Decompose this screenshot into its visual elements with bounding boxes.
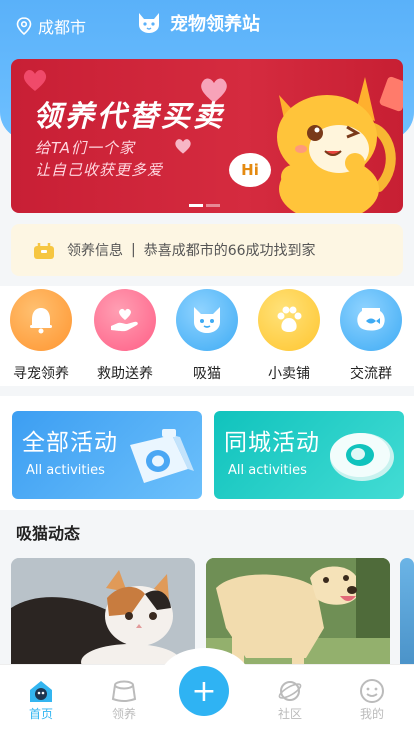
category-rescue[interactable]: 救助送养 [90,289,160,383]
category-icon-circle [176,289,238,351]
bowl-icon [111,680,137,702]
planet-icon [278,681,302,701]
location-label: 成都市 [38,18,87,37]
kitten-photo [11,558,195,668]
notice-label: 领养信息 [67,243,123,259]
cat-icon [194,307,220,333]
location-selector[interactable]: 成都市 [16,14,86,38]
notice-message: 恭喜成都市的66成功找到家 [143,243,316,259]
tab-home[interactable]: 首页 [11,677,71,722]
tab-label: 社区 [277,707,302,721]
location-pin-icon [16,17,32,35]
feed-section-title: 吸猫动态 [16,524,81,543]
heart-icon [23,70,47,91]
smile-icon [360,679,384,703]
heart-icon [175,139,191,154]
heart-hand-icon [111,308,138,332]
app-brand: 宠物领养站 [136,10,260,36]
category-icon-circle [94,289,156,351]
tab-label: 首页 [28,707,53,721]
category-shop[interactable]: 小卖铺 [254,289,324,383]
banner-subtitle-2: 让自己收获更多爱 [35,161,164,179]
tab-community[interactable]: 社区 [260,677,320,722]
feed-card-cat[interactable] [11,558,195,668]
banner-title: 领养代替买卖 [33,99,226,133]
category-icon-circle [258,289,320,351]
dog-photo [206,558,390,668]
category-label: 小卖铺 [268,366,310,382]
promo-banner[interactable]: 领养代替买卖 给TA们一个家 让自己收获更多爱 Hi [11,59,403,213]
hi-speech-bubble: Hi [229,153,271,187]
camera-icon [130,429,194,483]
fishbowl-icon [357,308,385,331]
tab-label: 我的 [359,707,384,721]
category-label: 救助送养 [97,366,153,382]
feed-card-dog[interactable] [206,558,390,668]
tab-label: 领养 [111,707,136,721]
bell-icon [30,308,52,334]
cat-mascot-illustration [277,77,396,213]
all-activities-card[interactable]: 全部活动 All activities [12,411,202,499]
banner-dot[interactable] [189,204,203,207]
category-label: 寻宠领养 [13,366,69,382]
paw-icon [277,306,302,332]
category-label: 吸猫 [193,366,221,382]
activity-subtitle: All activities [26,463,105,478]
banner-pagination[interactable] [189,204,220,207]
category-icon-circle [340,289,402,351]
add-icon: + [191,673,217,709]
adoption-notice-bar[interactable]: 领养信息 | 恭喜成都市的66成功找到家 [11,224,403,276]
local-activities-card[interactable]: 同城活动 All activities [214,411,404,499]
category-lost-pet[interactable]: 寻宠领养 [6,289,76,383]
activity-title: 同城活动 [224,430,320,456]
app-title: 宠物领养站 [170,14,260,35]
tab-profile[interactable]: 我的 [342,677,402,722]
activity-title: 全部活动 [22,430,118,456]
activity-subtitle: All activities [228,463,307,478]
category-group[interactable]: 交流群 [336,289,406,383]
add-button[interactable]: + [179,666,229,716]
tab-adopt[interactable]: 领养 [94,677,154,722]
category-grid: 寻宠领养 救助送养 吸猫 小卖铺 交流群 [0,286,414,386]
notice-separator: | [131,242,136,258]
banner-dot[interactable] [206,204,220,207]
feed-card-partial[interactable] [400,558,414,668]
home-icon [30,681,52,702]
category-label: 交流群 [350,366,392,382]
activity-section: 全部活动 All activities 同城活动 All activities [0,396,414,510]
ring-icon [330,433,394,481]
category-icon-circle [10,289,72,351]
banner-subtitle-1: 给TA们一个家 [35,139,136,157]
bag-icon [34,243,54,259]
cat-logo-icon [139,13,159,33]
category-cat[interactable]: 吸猫 [172,289,242,383]
